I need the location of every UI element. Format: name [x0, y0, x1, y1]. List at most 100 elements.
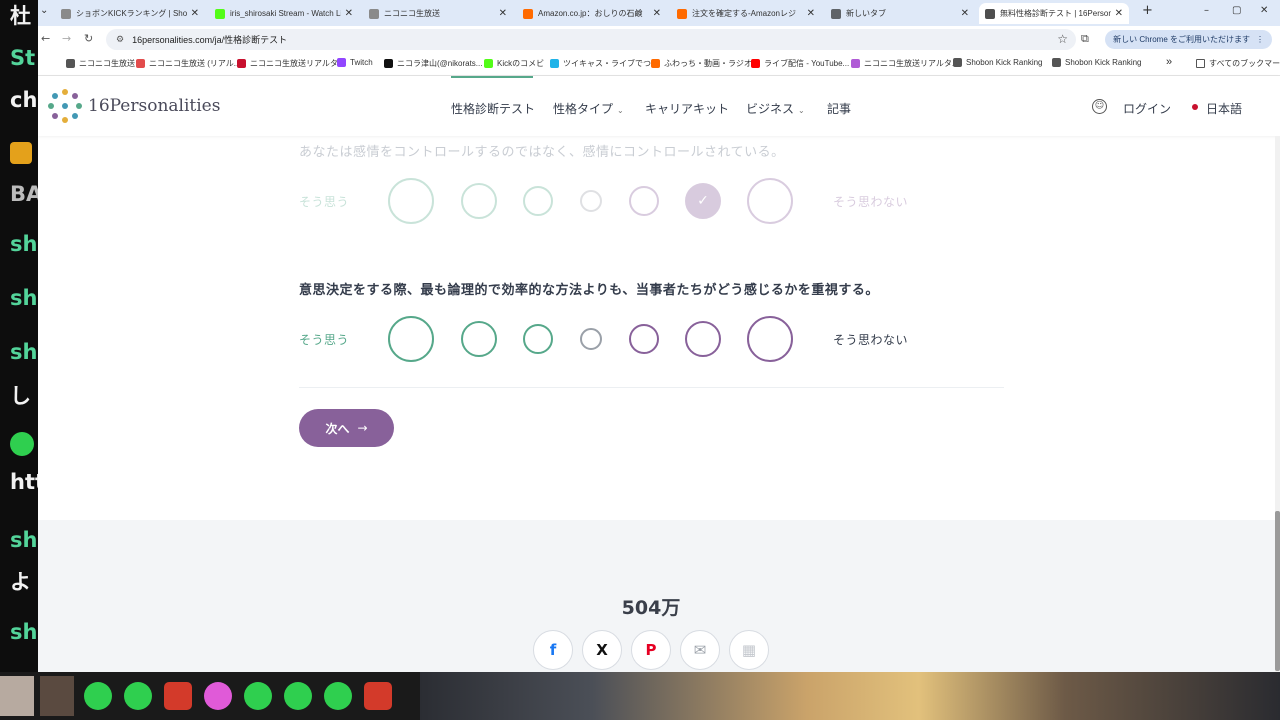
pinterest-icon[interactable]: P [631, 630, 671, 670]
nav-link[interactable]: 性格タイプ ⌄ [553, 100, 624, 117]
all-bookmarks-folder[interactable]: すべてのブックマーク [1196, 58, 1280, 69]
logo-mark-icon [48, 89, 82, 123]
browser-tab[interactable]: 注文を確定する-Amazonレジ ✕ [671, 3, 821, 24]
tab-close-icon[interactable]: ✕ [345, 8, 353, 19]
browser-tab[interactable]: ショボンKICKランキング | Shobon Ki ✕ [55, 3, 205, 24]
overlay-chat-text: sh [10, 340, 38, 364]
overlay-chat-text: St [10, 46, 36, 70]
bookmark-item[interactable]: ニコニコ生放送 (リアル... [136, 58, 240, 69]
browser-tab[interactable]: iris_shirosaki Stream - Watch Li ✕ [209, 3, 359, 24]
agree-label: そう思う [299, 333, 350, 347]
bookmark-item[interactable]: ニコラ津山(@nikorats... [384, 58, 482, 69]
bookmark-label: ニコニコ生放送リアルタ... [864, 59, 959, 68]
new-tab-icon[interactable]: + [1142, 3, 1153, 18]
tab-close-icon[interactable]: ✕ [499, 8, 507, 19]
viewer-avatar [40, 676, 74, 716]
browser-tab[interactable]: 新しいタブ ✕ [825, 3, 975, 24]
overlay-chat-text: 杜 [10, 4, 31, 28]
nav-link[interactable]: ビジネス ⌄ [746, 100, 805, 117]
scrollbar[interactable] [1275, 136, 1280, 672]
reload-icon[interactable]: ↻ [84, 32, 93, 45]
bookmark-label: ニコラ津山(@nikorats... [397, 59, 483, 68]
bookmark-item[interactable]: ふわっち・動画・ラジオ... [651, 58, 759, 69]
tab-close-icon[interactable]: ✕ [1115, 8, 1123, 19]
nav-link[interactable]: 記事 [827, 100, 851, 117]
tab-search-icon[interactable]: ⌄ [40, 5, 48, 16]
scrollbar-thumb[interactable] [1275, 511, 1280, 671]
answer-option[interactable] [747, 178, 793, 224]
minimize-icon[interactable]: – [1204, 5, 1209, 16]
bookmark-label: Shobon Kick Ranking [966, 58, 1043, 67]
overlay-chat-text: ch [10, 88, 38, 112]
nav-link[interactable]: キャリアキット [645, 100, 729, 117]
tab-bar: ショボンKICKランキング | Shobon Ki✕iris_shirosaki… [38, 0, 1280, 26]
answer-option[interactable] [388, 316, 434, 362]
next-button[interactable]: 次へ → [299, 409, 394, 447]
tab-favicon-icon [985, 8, 995, 19]
bookmark-item[interactable]: ツイキャス・ライブでつ... [550, 58, 658, 69]
answer-option[interactable] [685, 321, 721, 357]
answer-option[interactable] [580, 328, 602, 350]
url-field[interactable]: ⚙ 16personalities.com/ja/性格診断テスト ☆ [106, 29, 1076, 50]
back-icon[interactable]: ← [41, 32, 50, 45]
window-close-icon[interactable]: ✕ [1260, 5, 1268, 16]
emote-icon [244, 682, 272, 710]
tab-title: 新しいタブ [846, 9, 886, 18]
bookmark-item[interactable]: Twitch [337, 58, 373, 67]
browser-tab[interactable]: ニコニコ生放送 ✕ [363, 3, 513, 24]
logo-text: 16Personalities [88, 96, 221, 116]
browser-tab[interactable]: Amazon.co.jp：おしりの石鹸 ✕ [517, 3, 667, 24]
accessibility-icon[interactable]: ☺ [1092, 99, 1107, 114]
stream-chat-overlay: 杜 St ch BA sh sh sh し htt sh よ sh [0, 0, 38, 672]
login-link[interactable]: ログイン [1123, 100, 1171, 117]
browser-tab[interactable]: 無料性格診断テスト | 16Personali ✕ [979, 3, 1129, 24]
answer-option[interactable] [580, 190, 602, 212]
tab-close-icon[interactable]: ✕ [961, 8, 969, 19]
answer-option[interactable] [461, 321, 497, 357]
email-icon[interactable]: ✉ [680, 630, 720, 670]
extensions-icon[interactable]: ⧉ [1081, 32, 1089, 46]
bookmark-item[interactable]: ライブ配信 - YouTube... [751, 58, 849, 69]
nav-link-label: 性格診断テスト [451, 102, 536, 116]
bookmark-item[interactable]: Shobon Kick Ranking [953, 58, 1043, 67]
nav-link[interactable]: 性格診断テスト [451, 100, 535, 117]
maximize-icon[interactable]: ▢ [1232, 5, 1241, 16]
overlay-chat-text: htt [10, 470, 38, 494]
answer-option[interactable] [747, 316, 793, 362]
site-info-icon[interactable]: ⚙ [116, 35, 124, 45]
x-icon[interactable]: X [582, 630, 622, 670]
bookmarks-overflow-icon[interactable]: » [1166, 56, 1172, 68]
bookmark-item[interactable]: ニコニコ生放送 [66, 58, 135, 69]
chrome-update-button[interactable]: 新しい Chrome をご利用いただけます ⋮ [1105, 30, 1272, 49]
verified-badge-icon [10, 432, 34, 456]
bookmark-item[interactable]: ニコニコ生放送リアルタ... [851, 58, 959, 69]
bookmark-item[interactable]: Shobon Kick Ranking [1052, 58, 1142, 67]
browser-window: ショボンKICKランキング | Shobon Ki✕iris_shirosaki… [38, 0, 1280, 672]
answer-option[interactable] [629, 324, 659, 354]
bookmark-star-icon[interactable]: ☆ [1057, 32, 1068, 46]
bookmark-item[interactable]: ニコニコ生放送リアルタ... [237, 58, 345, 69]
logo[interactable]: 16Personalities [48, 89, 220, 123]
more-menu-icon[interactable]: ⋮ [1256, 35, 1264, 44]
answer-option[interactable] [461, 183, 497, 219]
forward-icon[interactable]: → [62, 32, 71, 45]
tab-close-icon[interactable]: ✕ [653, 8, 661, 19]
bookmark-item[interactable]: Kickのコメビ [484, 58, 544, 69]
language-selector[interactable]: 日本語 [1206, 100, 1242, 117]
facebook-icon[interactable]: f [533, 630, 573, 670]
nav-link-label: 記事 [827, 102, 852, 116]
answer-option[interactable] [629, 186, 659, 216]
tab-favicon-icon [215, 8, 225, 19]
tab-title: ニコニコ生放送 [384, 9, 440, 18]
answer-option[interactable] [523, 186, 553, 216]
answer-option[interactable] [388, 178, 434, 224]
current-question-text: 意思決定をする際、最も論理的で効率的な方法よりも、当事者たちがどう感じるかを重視… [299, 283, 879, 298]
answer-option[interactable] [523, 324, 553, 354]
answer-option[interactable]: ✓ [685, 183, 721, 219]
bookmark-label: ツイキャス・ライブでつ... [563, 59, 658, 68]
tab-close-icon[interactable]: ✕ [807, 8, 815, 19]
tab-close-icon[interactable]: ✕ [191, 8, 199, 19]
overlay-chat-text: sh [10, 528, 38, 552]
bookmark-label: ライブ配信 - YouTube... [764, 59, 850, 68]
qr-code-icon[interactable]: ▦ [729, 630, 769, 670]
